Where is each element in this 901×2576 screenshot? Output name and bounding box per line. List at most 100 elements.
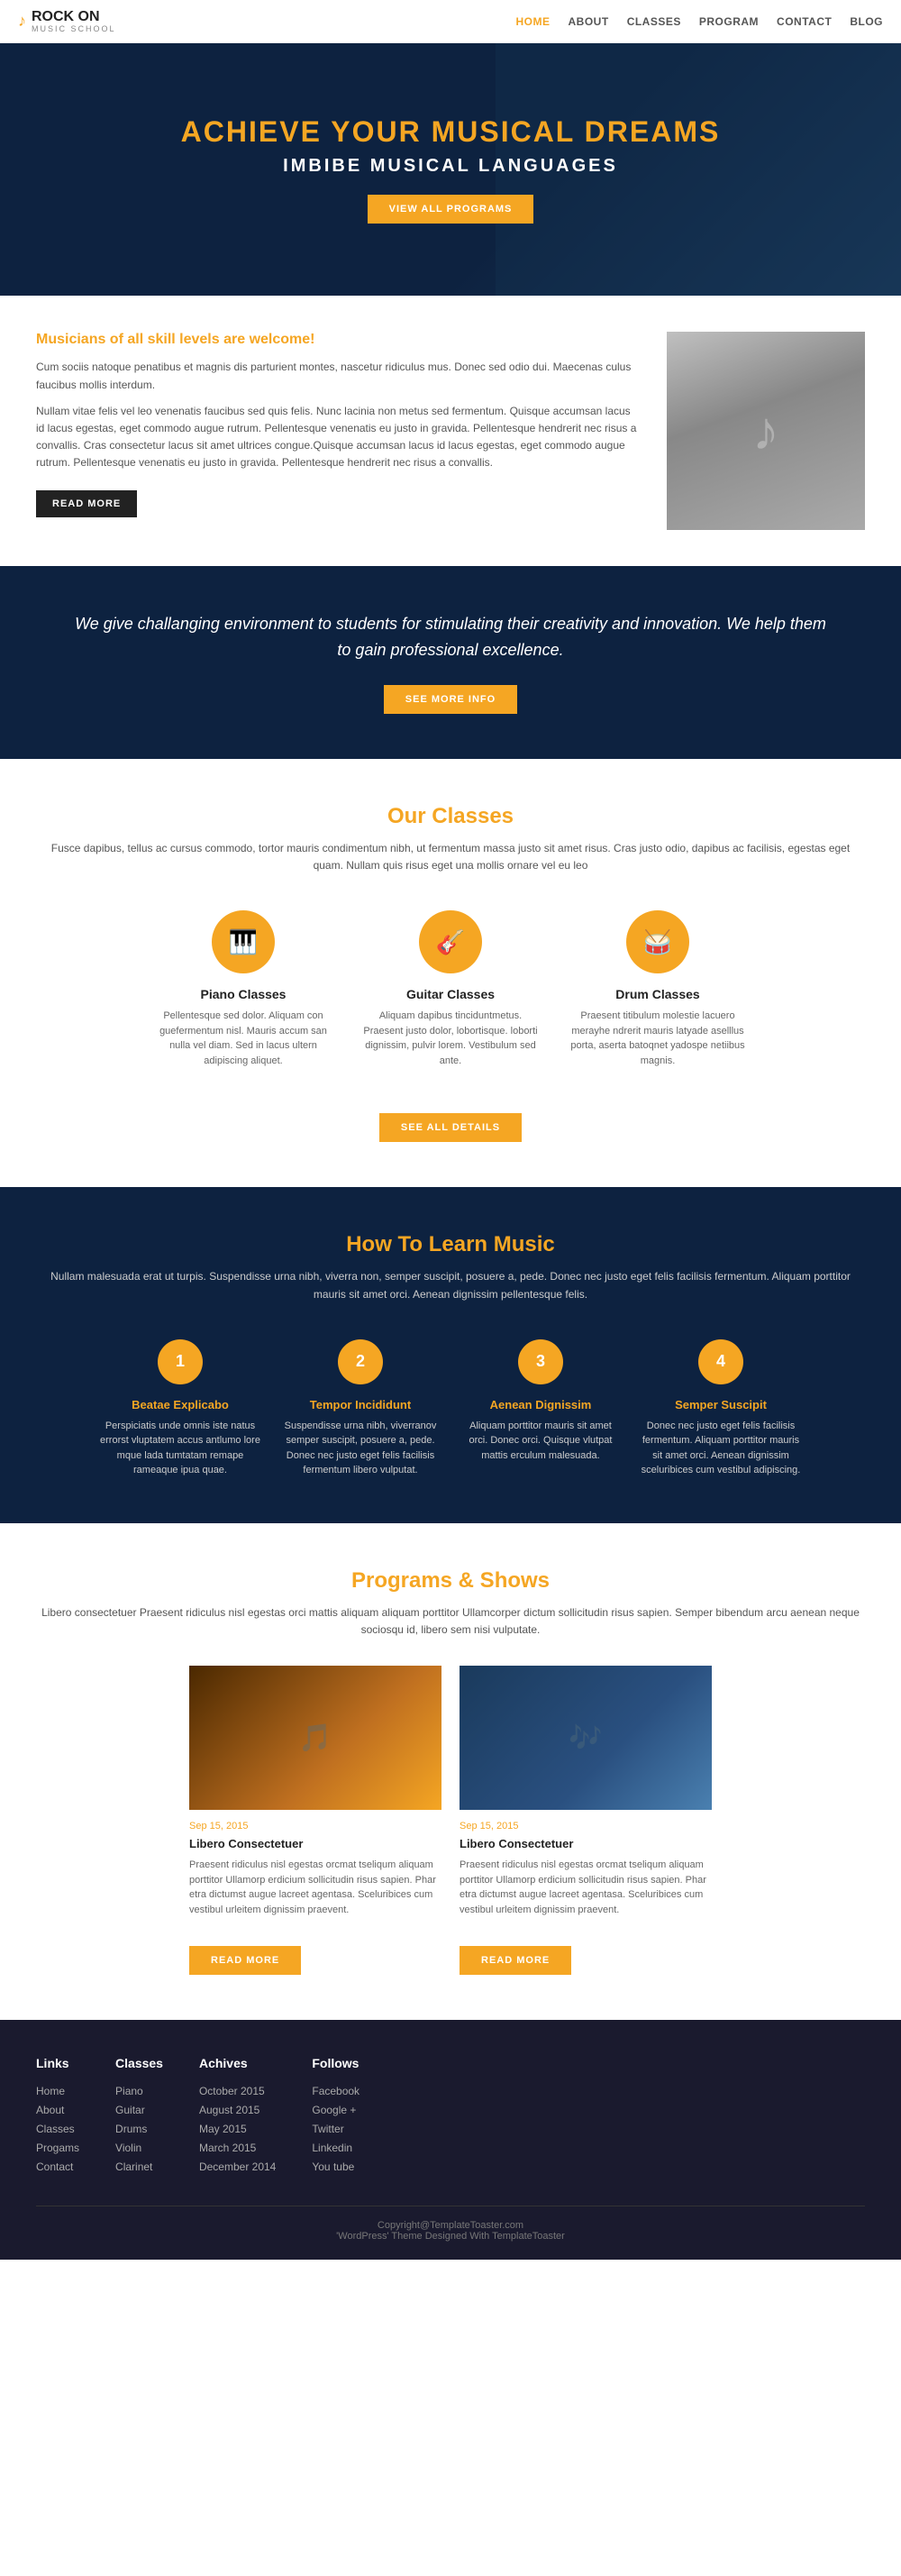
footer-archive-may15[interactable]: May 2015 bbox=[199, 2123, 247, 2135]
footer-class-piano[interactable]: Piano bbox=[115, 2085, 143, 2097]
programs-section: Programs & Shows Libero consectetuer Pra… bbox=[0, 1523, 901, 2020]
footer-copyright: Copyright@TemplateToaster.com bbox=[378, 2220, 523, 2231]
guitar-title: Guitar Classes bbox=[360, 987, 541, 1001]
footer-follows-heading: Follows bbox=[312, 2056, 359, 2070]
drum-title: Drum Classes bbox=[568, 987, 748, 1001]
learn-heading: How To Learn Music bbox=[36, 1232, 865, 1257]
step-3: 3 Aenean Dignissim Aliquam porttitor mau… bbox=[460, 1339, 622, 1478]
see-all-details-button[interactable]: SEE ALL DETAILS bbox=[379, 1113, 522, 1142]
quote-section: We give challanging environment to stude… bbox=[0, 566, 901, 759]
step-1-title: Beatae Explicabo bbox=[99, 1398, 261, 1411]
program-desc-1: Praesent ridiculus nisl egestas orcmat t… bbox=[189, 1858, 441, 1917]
footer-links-col: Links Home About Classes Progams Contact bbox=[36, 2056, 79, 2179]
nav-about[interactable]: ABOUT bbox=[569, 15, 609, 28]
step-3-title: Aenean Dignissim bbox=[460, 1398, 622, 1411]
logo-brand: ROCK ON bbox=[32, 9, 116, 25]
program-card-2: 🎶 Sep 15, 2015 Libero Consectetuer Praes… bbox=[460, 1666, 712, 1975]
main-nav: HOME ABOUT CLASSES PROGRAM CONTACT BLOG bbox=[516, 15, 883, 28]
piano-desc: Pellentesque sed dolor. Aliquam con guef… bbox=[153, 1009, 333, 1068]
guitar-icon: 🎸 bbox=[419, 910, 482, 973]
site-header: ♪ ROCK ON MUSIC SCHOOL HOME ABOUT CLASSE… bbox=[0, 0, 901, 43]
step-4: 4 Semper Suscipit Donec nec justo eget f… bbox=[640, 1339, 802, 1478]
footer-links-heading: Links bbox=[36, 2056, 79, 2070]
footer-link-progams[interactable]: Progams bbox=[36, 2142, 79, 2154]
footer-class-drums[interactable]: Drums bbox=[115, 2123, 147, 2135]
footer-follow-facebook[interactable]: Facebook bbox=[312, 2085, 359, 2097]
footer-links-list: Home About Classes Progams Contact bbox=[36, 2084, 79, 2173]
program-date-1: Sep 15, 2015 bbox=[189, 1821, 441, 1832]
nav-home[interactable]: HOME bbox=[516, 15, 551, 28]
step-4-desc: Donec nec justo eget felis facilisis fer… bbox=[640, 1419, 802, 1478]
class-piano: 🎹 Piano Classes Pellentesque sed dolor. … bbox=[153, 910, 333, 1068]
footer-follows-list: Facebook Google + Twitter Linkedin You t… bbox=[312, 2084, 359, 2173]
footer-archive-mar15[interactable]: March 2015 bbox=[199, 2142, 256, 2154]
step-2: 2 Tempor Incididunt Suspendisse urna nib… bbox=[279, 1339, 441, 1478]
footer-follow-google[interactable]: Google + bbox=[312, 2104, 356, 2116]
classes-grid: 🎹 Piano Classes Pellentesque sed dolor. … bbox=[36, 910, 865, 1068]
classes-subtitle: Fusce dapibus, tellus ac cursus commodo,… bbox=[36, 840, 865, 874]
logo-icon: ♪ bbox=[18, 12, 26, 31]
footer-archives-heading: Achives bbox=[199, 2056, 276, 2070]
footer-classes-heading: Classes bbox=[115, 2056, 163, 2070]
read-more-button[interactable]: READ MORE bbox=[36, 490, 137, 517]
quote-text: We give challanging environment to stude… bbox=[72, 611, 829, 663]
piano-icon: 🎹 bbox=[212, 910, 275, 973]
footer-archive-dec14[interactable]: December 2014 bbox=[199, 2160, 276, 2173]
hero-cta-button[interactable]: VIEW ALL PROGRAMS bbox=[368, 195, 534, 224]
program-image-2: 🎶 bbox=[460, 1666, 712, 1810]
footer-archive-oct15[interactable]: October 2015 bbox=[199, 2085, 265, 2097]
nav-blog[interactable]: BLOG bbox=[850, 15, 883, 28]
footer-classes-list: Piano Guitar Drums Violin Clarinet bbox=[115, 2084, 163, 2173]
footer-follow-twitter[interactable]: Twitter bbox=[312, 2123, 343, 2135]
footer-link-home[interactable]: Home bbox=[36, 2085, 65, 2097]
footer-bottom: Copyright@TemplateToaster.com 'WordPress… bbox=[36, 2206, 865, 2242]
class-drum: 🥁 Drum Classes Praesent titibulum molest… bbox=[568, 910, 748, 1068]
classes-heading: Our Classes bbox=[36, 804, 865, 829]
program-title-2: Libero Consectetuer bbox=[460, 1837, 712, 1850]
step-2-title: Tempor Incididunt bbox=[279, 1398, 441, 1411]
footer-follow-linkedin[interactable]: Linkedin bbox=[312, 2142, 352, 2154]
footer-link-about[interactable]: About bbox=[36, 2104, 64, 2116]
programs-heading: Programs & Shows bbox=[36, 1568, 865, 1594]
footer-link-contact[interactable]: Contact bbox=[36, 2160, 73, 2173]
programs-subtitle: Libero consectetuer Praesent ridiculus n… bbox=[36, 1604, 865, 1639]
logo: ♪ ROCK ON MUSIC SCHOOL bbox=[18, 9, 116, 33]
see-more-info-button[interactable]: SEE MORE INFO bbox=[384, 685, 517, 714]
step-2-desc: Suspendisse urna nibh, viverranov semper… bbox=[279, 1419, 441, 1478]
classes-section: Our Classes Fusce dapibus, tellus ac cur… bbox=[0, 759, 901, 1187]
footer-class-guitar[interactable]: Guitar bbox=[115, 2104, 145, 2116]
about-image bbox=[667, 332, 865, 530]
nav-classes[interactable]: CLASSES bbox=[627, 15, 681, 28]
programs-grid: 🎵 Sep 15, 2015 Libero Consectetuer Praes… bbox=[36, 1666, 865, 1975]
step-1: 1 Beatae Explicabo Perspiciatis unde omn… bbox=[99, 1339, 261, 1478]
footer-follow-youtube[interactable]: You tube bbox=[312, 2160, 354, 2173]
footer-archives-list: October 2015 August 2015 May 2015 March … bbox=[199, 2084, 276, 2173]
hero-subheadline: IMBIBE MUSICAL LANGUAGES bbox=[283, 156, 618, 177]
footer-follows-col: Follows Facebook Google + Twitter Linked… bbox=[312, 2056, 359, 2179]
about-text: Musicians of all skill levels are welcom… bbox=[36, 332, 640, 530]
footer: Links Home About Classes Progams Contact… bbox=[0, 2020, 901, 2260]
nav-program[interactable]: PROGRAM bbox=[699, 15, 759, 28]
footer-class-clarinet[interactable]: Clarinet bbox=[115, 2160, 152, 2173]
learn-steps: 1 Beatae Explicabo Perspiciatis unde omn… bbox=[36, 1339, 865, 1478]
step-4-number: 4 bbox=[698, 1339, 743, 1384]
program-title-1: Libero Consectetuer bbox=[189, 1837, 441, 1850]
footer-grid: Links Home About Classes Progams Contact… bbox=[36, 2056, 865, 2179]
concert-icon: 🎵 bbox=[189, 1666, 441, 1810]
footer-link-classes[interactable]: Classes bbox=[36, 2123, 75, 2135]
hero-headline: ACHIEVE YOUR MUSICAL DREAMS bbox=[181, 115, 721, 149]
footer-credit: 'WordPress' Theme Designed With Template… bbox=[336, 2231, 565, 2242]
program-read-more-2[interactable]: READ MORE bbox=[460, 1946, 571, 1975]
footer-archive-aug15[interactable]: August 2015 bbox=[199, 2104, 259, 2116]
step-3-desc: Aliquam porttitor mauris sit amet orci. … bbox=[460, 1419, 622, 1464]
step-1-number: 1 bbox=[158, 1339, 203, 1384]
about-section: Musicians of all skill levels are welcom… bbox=[0, 296, 901, 566]
footer-class-violin[interactable]: Violin bbox=[115, 2142, 141, 2154]
program-card-1: 🎵 Sep 15, 2015 Libero Consectetuer Praes… bbox=[189, 1666, 441, 1975]
program-read-more-1[interactable]: READ MORE bbox=[189, 1946, 301, 1975]
program-date-2: Sep 15, 2015 bbox=[460, 1821, 712, 1832]
step-1-desc: Perspiciatis unde omnis iste natus error… bbox=[99, 1419, 261, 1478]
nav-contact[interactable]: CONTACT bbox=[777, 15, 832, 28]
learn-subtitle: Nullam malesuada erat ut turpis. Suspend… bbox=[36, 1268, 865, 1302]
program-desc-2: Praesent ridiculus nisl egestas orcmat t… bbox=[460, 1858, 712, 1917]
